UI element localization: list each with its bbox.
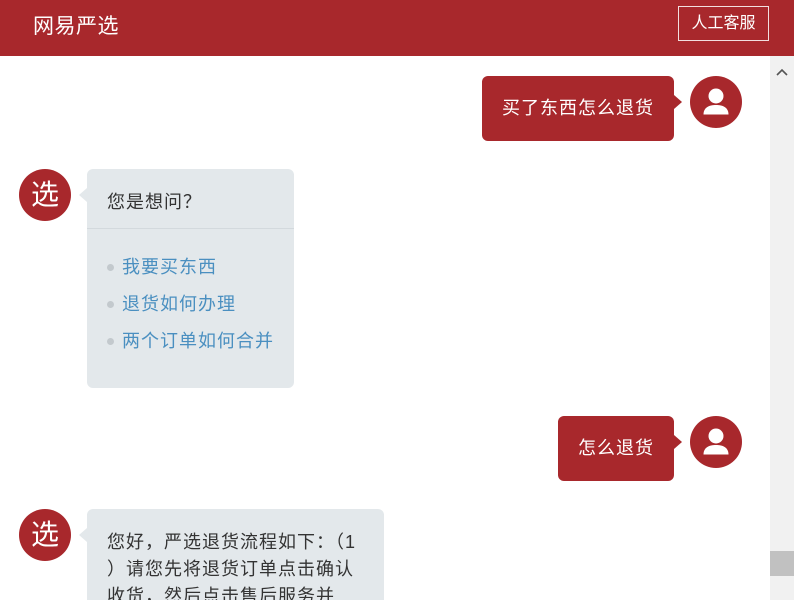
bot-avatar-label: 选 xyxy=(30,178,59,211)
bot-avatar: 选 xyxy=(19,169,71,221)
suggestion-option[interactable]: 我要买东西 xyxy=(107,249,274,286)
message-text: 您好，严选退货流程如下：（1）请您先将退货订单点击确认收货，然后点击售后服务并 xyxy=(107,532,357,600)
person-icon xyxy=(703,88,729,115)
bot-message: 选 您是想问？ 我要买东西 退货如何办理 两个订单如何合并 xyxy=(0,169,770,388)
bullet-dot xyxy=(107,338,114,345)
user-message: 买了东西怎么退货 xyxy=(0,76,770,141)
person-icon xyxy=(703,428,729,455)
suggestion-prompt: 您是想问？ xyxy=(87,169,294,229)
bot-avatar: 选 xyxy=(19,509,71,561)
user-message-bubble: 怎么退货 xyxy=(558,416,682,481)
bullet-dot xyxy=(107,264,114,271)
user-avatar xyxy=(690,416,742,468)
user-message-bubble: 买了东西怎么退货 xyxy=(482,76,682,141)
scrollbar[interactable] xyxy=(770,56,794,600)
human-service-button[interactable]: 人工客服 xyxy=(678,6,769,41)
chevron-up-icon xyxy=(776,68,788,76)
bot-message-bubble: 您是想问？ 我要买东西 退货如何办理 两个订单如何合并 xyxy=(79,169,294,388)
app-title: 网易严选 xyxy=(33,15,119,38)
bot-message-bubble: 您好，严选退货流程如下：（1）请您先将退货订单点击确认收货，然后点击售后服务并 xyxy=(79,509,384,600)
message-text: 怎么退货 xyxy=(578,438,654,458)
scrollbar-thumb[interactable] xyxy=(770,550,794,576)
bullet-dot xyxy=(107,301,114,308)
suggestion-option-label[interactable]: 退货如何办理 xyxy=(122,291,236,318)
suggestion-option-label[interactable]: 两个订单如何合并 xyxy=(122,328,274,355)
user-avatar xyxy=(690,76,742,128)
user-message: 怎么退货 xyxy=(0,416,770,481)
bot-message: 选 您好，严选退货流程如下：（1）请您先将退货订单点击确认收货，然后点击售后服务… xyxy=(0,509,770,600)
suggestion-option-label[interactable]: 我要买东西 xyxy=(122,254,217,281)
suggestion-list: 我要买东西 退货如何办理 两个订单如何合并 xyxy=(87,229,294,388)
suggestion-option[interactable]: 两个订单如何合并 xyxy=(107,323,274,360)
chat-area: 买了东西怎么退货 选 您是想问？ 我要买东西 退货如何办理 两个订单如何合并 怎… xyxy=(0,56,770,600)
suggestion-option[interactable]: 退货如何办理 xyxy=(107,286,274,323)
message-text: 买了东西怎么退货 xyxy=(502,98,654,118)
scroll-up-button[interactable] xyxy=(770,56,794,88)
bot-avatar-label: 选 xyxy=(30,518,59,551)
app-header: 网易严选 人工客服 xyxy=(0,0,794,56)
